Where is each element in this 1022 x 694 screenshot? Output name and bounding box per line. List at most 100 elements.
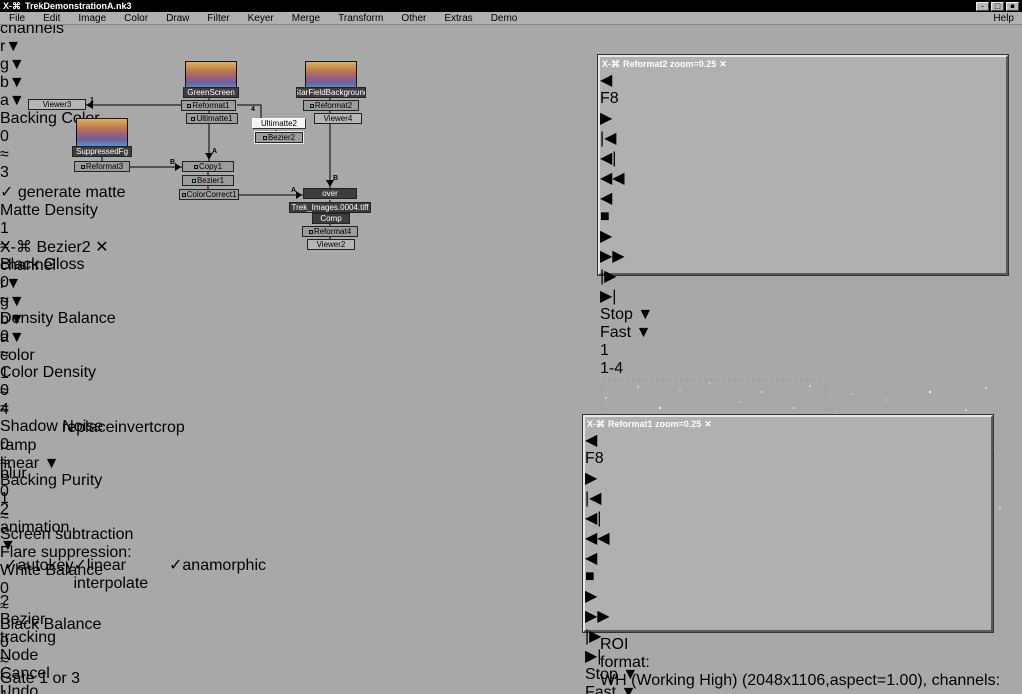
node-ultimatte1[interactable]: Ultimatte1: [186, 113, 238, 124]
node-indicator: [310, 104, 314, 108]
transport-button-1[interactable]: ◀|: [600, 148, 1006, 168]
node-colorcorrect1[interactable]: ColorCorrect1: [179, 189, 239, 200]
transport-button-6[interactable]: ▶▶: [585, 606, 991, 626]
node-label: SuppressedFg: [76, 147, 128, 157]
frame-fwd-button[interactable]: ▶: [600, 108, 1006, 128]
transport-button-3[interactable]: ◀: [600, 188, 1006, 208]
connection-label: 4: [251, 106, 255, 113]
transport-button-1[interactable]: ◀|: [585, 508, 991, 528]
viewer-window-reformat1: X-⌘ Reformat1 zoom=0.25 ✕ ◀ F8 ▶ |◀◀|◀◀◀…: [583, 415, 993, 632]
node-label: Viewer2: [317, 240, 346, 250]
connection-label: B: [333, 175, 338, 182]
node-label: Ultimatte2: [261, 119, 297, 129]
node-indicator: [192, 179, 196, 183]
node-trek-images-0004-tiff[interactable]: Trek_Images.0004.tiff: [289, 202, 371, 213]
transport-controls: |◀◀|◀◀◀■▶▶▶|▶▶|: [600, 128, 1006, 306]
node-label: Trek_Images.0004.tiff: [292, 203, 369, 213]
node-label: Ultimatte1: [196, 114, 232, 124]
transport-button-4[interactable]: ■: [600, 208, 1006, 226]
node-over[interactable]: over: [303, 188, 357, 199]
transport-button-5[interactable]: ▶: [585, 586, 991, 606]
playback-mode-dropdown[interactable]: Stop ▼: [600, 306, 1006, 324]
playback-mode-dropdown[interactable]: Stop ▼: [585, 666, 991, 684]
node-comp[interactable]: Comp: [312, 213, 350, 224]
viewer-window-reformat2: X-⌘ Reformat2 zoom=0.25 ✕ ◀ F8 ▶ |◀◀|◀◀◀…: [598, 55, 1008, 275]
transport-button-2[interactable]: ◀◀: [600, 168, 1006, 188]
node-label: ColorCorrect1: [187, 190, 237, 200]
node-reformat4[interactable]: Reformat4: [302, 226, 358, 237]
node-reformat1[interactable]: Reformat1: [181, 100, 236, 111]
chevron-down-icon: ▼: [636, 324, 652, 341]
node-label: Reformat4: [314, 227, 351, 237]
node-label: Reformat2: [315, 101, 352, 111]
node-reformat3[interactable]: Reformat3: [74, 161, 130, 172]
playback-mode-value: Stop: [585, 666, 618, 683]
connection-label: 1: [90, 97, 94, 104]
transport-button-7[interactable]: |▶: [585, 626, 991, 646]
node-viewer2[interactable]: Viewer2: [307, 239, 355, 250]
node-label: StarFieldBackground: [296, 88, 366, 98]
frame-hotkey-button[interactable]: F8: [585, 450, 991, 468]
node-greenscreen[interactable]: GreenScreen: [183, 87, 239, 98]
chevron-down-icon: ▼: [622, 666, 638, 683]
node-label: Bezier1: [197, 176, 224, 186]
transport-button-8[interactable]: ▶|: [585, 646, 991, 666]
speed-dropdown[interactable]: Fast ▼: [585, 684, 991, 694]
node-label: GreenScreen: [187, 88, 235, 98]
suppressedfg-thumbnail: [76, 118, 128, 148]
node-label: Comp: [320, 214, 341, 224]
node-reformat2[interactable]: Reformat2: [303, 100, 359, 111]
chevron-down-icon: ▼: [621, 684, 637, 694]
node-viewer4[interactable]: Viewer4: [314, 113, 362, 124]
node-label: over: [322, 189, 338, 199]
node-viewer3[interactable]: Viewer3: [28, 99, 86, 110]
node-label: Reformat1: [192, 101, 229, 111]
transport-button-0[interactable]: |◀: [585, 488, 991, 508]
transport-button-2[interactable]: ◀◀: [585, 528, 991, 548]
node-indicator: [191, 117, 195, 121]
node-copy1[interactable]: Copy1: [182, 161, 234, 172]
viewer-title: Reformat2 zoom=0.25: [623, 58, 716, 70]
transport-button-6[interactable]: ▶▶: [600, 246, 1006, 266]
node-indicator: [263, 136, 267, 140]
transport-button-4[interactable]: ■: [585, 568, 991, 586]
close-icon[interactable]: ✕: [719, 58, 727, 70]
node-indicator: [182, 193, 186, 197]
node-bezier1[interactable]: Bezier1: [182, 175, 234, 186]
viewer-toolbar: ◀ F8 ▶ |◀◀|◀◀◀■▶▶▶|▶▶| Stop ▼ Fast ▼: [585, 430, 991, 694]
transport-button-7[interactable]: |▶: [600, 266, 1006, 286]
node-starfieldbackground[interactable]: StarFieldBackground: [296, 87, 366, 98]
viewer-toolbar: ◀ F8 ▶ |◀◀|◀◀◀■▶▶▶|▶▶| Stop ▼ Fast ▼: [600, 70, 1006, 342]
speed-value: Fast: [600, 324, 631, 341]
chevron-down-icon: ▼: [637, 306, 653, 323]
node-suppressedfg[interactable]: SuppressedFg: [72, 146, 132, 157]
node-indicator: [81, 165, 85, 169]
node-indicator: [187, 104, 191, 108]
playback-mode-value: Stop: [600, 306, 633, 323]
frame-hotkey-button[interactable]: F8: [600, 90, 1006, 108]
node-bezier2[interactable]: Bezier2: [255, 132, 303, 143]
transport-button-5[interactable]: ▶: [600, 226, 1006, 246]
transport-button-8[interactable]: ▶|: [600, 286, 1006, 306]
viewer-title: Reformat1 zoom=0.25: [608, 418, 701, 430]
frame-back-button[interactable]: ◀: [600, 70, 1006, 90]
viewer-titlebar[interactable]: X-⌘ Reformat2 zoom=0.25 ✕: [600, 57, 1006, 70]
frame-row: 1 1-4: [600, 342, 1006, 378]
speed-dropdown[interactable]: Fast ▼: [600, 324, 1006, 342]
node-indicator: [194, 165, 198, 169]
node-indicator: [309, 230, 313, 234]
node-label: Copy1: [199, 162, 222, 172]
frame-back-button[interactable]: ◀: [585, 430, 991, 450]
node-ultimatte2[interactable]: Ultimatte2: [252, 118, 306, 129]
close-icon[interactable]: ✕: [704, 418, 712, 430]
frame-range-label: 1-4: [600, 360, 1006, 378]
viewer-titlebar[interactable]: X-⌘ Reformat1 zoom=0.25 ✕: [585, 417, 991, 430]
window-icon: X-⌘: [602, 58, 620, 70]
frame-fwd-button[interactable]: ▶: [585, 468, 991, 488]
current-frame-field[interactable]: 1: [600, 342, 1006, 360]
transport-button-3[interactable]: ◀: [585, 548, 991, 568]
connection-label: B: [170, 159, 175, 166]
connection-label: A: [212, 148, 217, 155]
speed-value: Fast: [585, 684, 616, 694]
transport-button-0[interactable]: |◀: [600, 128, 1006, 148]
